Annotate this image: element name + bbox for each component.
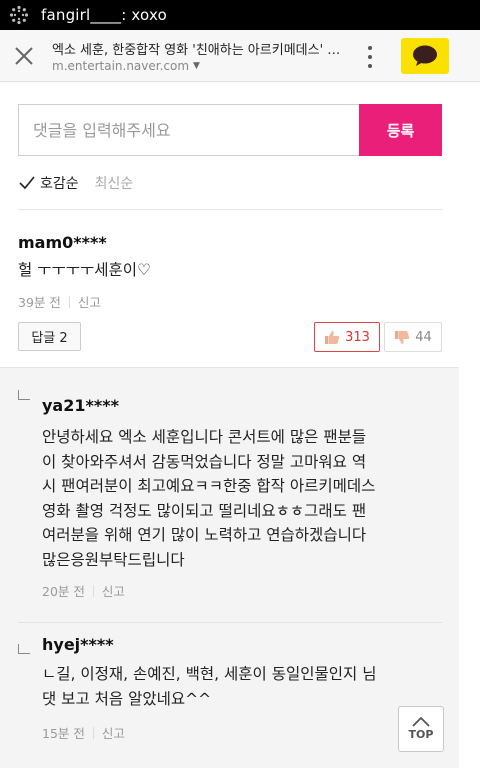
check-icon <box>19 176 35 190</box>
notification-text: fangirl____: xoxo <box>41 6 167 24</box>
chevron-up-icon <box>412 717 430 727</box>
divider <box>18 622 442 623</box>
reply-indicator-icon <box>18 390 30 400</box>
dislike-button[interactable]: 44 <box>384 322 442 352</box>
like-count: 313 <box>345 329 370 345</box>
reply-line: 시 팬여러분이 최고예요ㅋㅋ한중 합작 아르키메데스 <box>42 477 376 495</box>
comment-username[interactable]: mam0**** <box>18 233 107 252</box>
thumbs-down-icon <box>395 330 410 344</box>
sort-latest[interactable]: 최신순 <box>95 173 134 193</box>
reply-meta: 15분 전 신고 <box>42 723 125 742</box>
sort-popular[interactable]: 호감순 <box>40 173 79 193</box>
reply-line: 댓 보고 처음 알았네요^^ <box>42 689 212 708</box>
like-button[interactable]: 313 <box>314 322 380 352</box>
kakaotalk-share-button[interactable] <box>401 38 449 74</box>
browser-header: 엑소 세훈, 한중합작 영화 '친애하는 아르키메데스' 캐스팅 m.enter… <box>0 30 480 82</box>
report-link[interactable]: 신고 <box>102 723 125 742</box>
sort-options: 호감순 최신순 <box>18 173 133 193</box>
comments-page: 등록 호감순 최신순 mam0**** 헐 ㅜㅜㅜㅜ세훈이♡ 39분 전 신고 … <box>0 82 459 768</box>
scroll-top-button[interactable]: TOP <box>398 706 444 752</box>
reply-line: 여러분을 위해 연기 많이 노력하고 연습하겠습니다 <box>42 526 367 544</box>
reply-username[interactable]: hyej**** <box>42 635 114 654</box>
reply-indicator-icon <box>18 644 30 654</box>
reply-meta: 20분 전 신고 <box>42 581 125 600</box>
thumbs-up-icon <box>325 330 340 344</box>
reply-time: 20분 전 <box>42 584 85 599</box>
replies-section: ya21**** 안녕하세요 엑소 세훈입니다 콘서트에 많은 팬분들 이 찾아… <box>0 367 459 768</box>
reply-text: 안녕하세요 엑소 세훈입니다 콘서트에 많은 팬분들 이 찾아와주셔서 감동먹었… <box>42 425 452 572</box>
scrollbar[interactable] <box>459 82 480 768</box>
reply-line: 이 찾아와주셔서 감동먹었습니다 정말 고마워요 역 <box>42 452 367 471</box>
page-title: 엑소 세훈, 한중합작 영화 '친애하는 아르키메데스' 캐스팅 <box>52 43 352 58</box>
comment-form: 등록 <box>18 104 442 156</box>
reply-line: 영화 촬영 걱정도 많이되고 떨리네요ㅎㅎ그래도 팬 <box>42 501 367 520</box>
kakaotalk-icon <box>413 45 437 66</box>
close-icon[interactable] <box>12 44 36 68</box>
spinner-icon <box>9 5 29 25</box>
divider <box>18 209 442 210</box>
reply-line: 많은응원부탁드립니다 <box>42 550 185 569</box>
more-vertical-icon[interactable] <box>361 44 379 70</box>
comment-input[interactable] <box>18 104 359 156</box>
dislike-count: 44 <box>415 329 432 345</box>
comment-meta: 39분 전 신고 <box>18 292 101 311</box>
report-link[interactable]: 신고 <box>78 292 101 311</box>
comment-text: 헐 ㅜㅜㅜㅜ세훈이♡ <box>18 261 151 279</box>
reply-line: ㄴ길, 이정재, 손예진, 백현, 세훈이 동일인물인지 님 <box>42 665 377 683</box>
replies-button[interactable]: 답글 2 <box>18 322 81 351</box>
page-url[interactable]: m.entertain.naver.com ▼ <box>52 59 200 73</box>
reply-time: 15분 전 <box>42 726 85 741</box>
scroll-top-label: TOP <box>408 728 434 741</box>
reply-username[interactable]: ya21**** <box>42 396 119 415</box>
comment-time: 39분 전 <box>18 295 61 310</box>
reply-text: ㄴ길, 이정재, 손예진, 백현, 세훈이 동일인물인지 님 댓 보고 처음 알… <box>42 662 452 711</box>
url-text: m.entertain.naver.com <box>52 59 190 73</box>
chevron-down-icon: ▼ <box>193 61 200 71</box>
report-link[interactable]: 신고 <box>102 581 125 600</box>
reply-line: 안녕하세요 엑소 세훈입니다 콘서트에 많은 팬분들 <box>42 428 367 446</box>
status-bar: fangirl____: xoxo <box>0 0 480 30</box>
submit-comment-button[interactable]: 등록 <box>359 104 442 156</box>
